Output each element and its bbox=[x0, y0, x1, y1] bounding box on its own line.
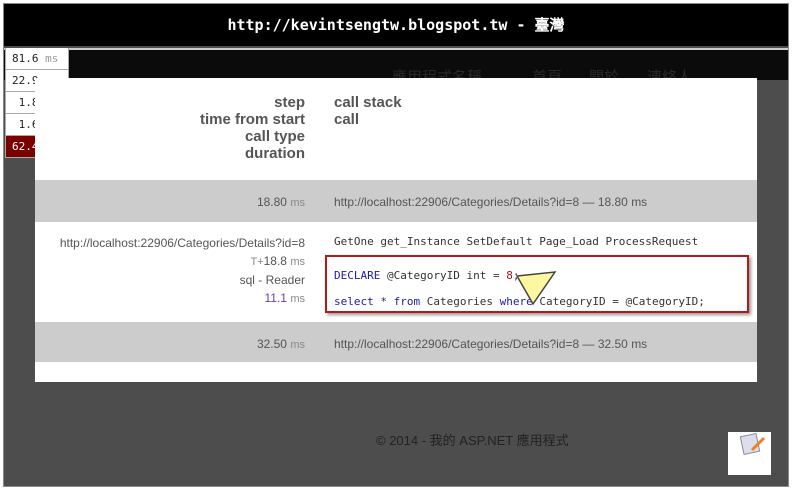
profiler-popup: step time from start call type duration cal… bbox=[35, 78, 757, 382]
watermark-banner: http://kevintsengtw.blogspot.tw - 臺灣 bbox=[4, 4, 788, 46]
navbar: 應用程式名稱 首頁 關於 連絡人 bbox=[4, 48, 788, 86]
logo bbox=[728, 432, 771, 475]
header-left: step time from start call type duration bbox=[199, 94, 305, 162]
header-right: call stack call bbox=[334, 94, 402, 128]
table-row: 18.80 ms http://localhost:22906/Categori… bbox=[35, 180, 757, 222]
table-row: 32.50 ms http://localhost:22906/Categori… bbox=[35, 322, 757, 362]
browser-frame: http://kevintsengtw.blogspot.tw - 臺灣 應用程… bbox=[3, 3, 789, 487]
call-stack: GetOne get_Instance SetDefault Page_Load… bbox=[334, 235, 699, 248]
cursor-arrow-icon bbox=[515, 271, 557, 306]
table-row-detail: http://localhost:22906/Categories/Detail… bbox=[35, 222, 757, 318]
logo-graphic-icon bbox=[739, 432, 766, 456]
timing-item[interactable]: 81.6 ms bbox=[5, 48, 69, 70]
footer-copyright: © 2014 - 我的 ASP.NET 應用程式 bbox=[376, 433, 569, 448]
